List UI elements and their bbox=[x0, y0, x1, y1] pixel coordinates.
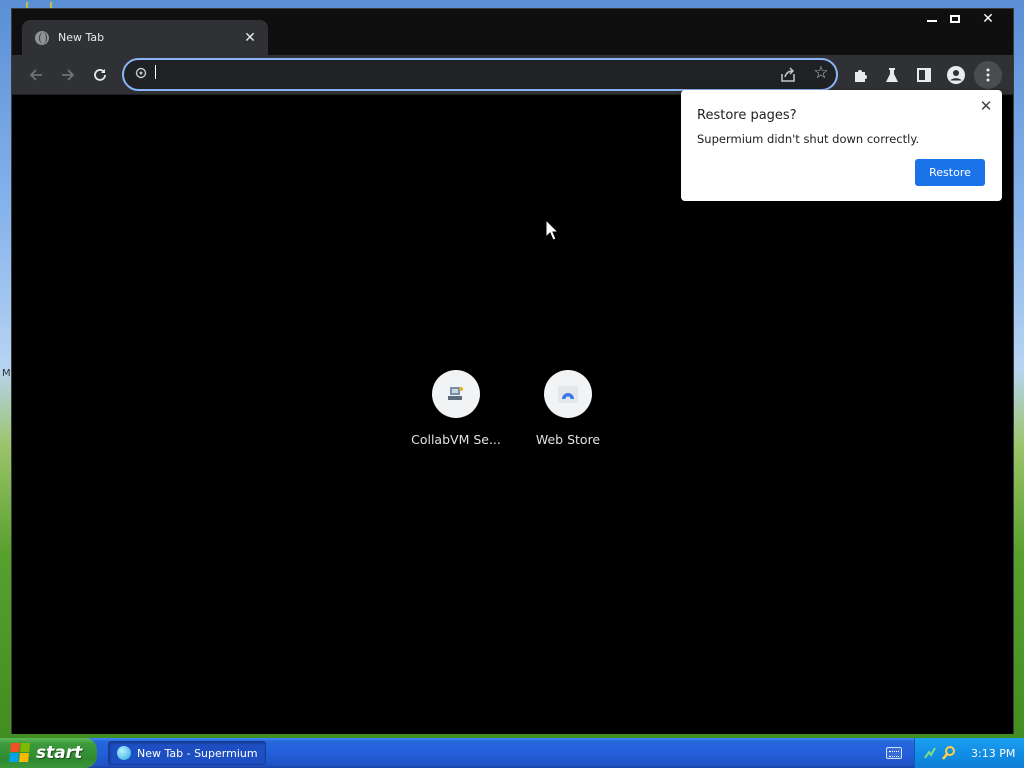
web-store-icon bbox=[544, 370, 592, 418]
browser-window: New Tab ✕ ✕ ☆ CollabVM Se... Web Store R… bbox=[11, 8, 1014, 734]
taskbar-item-label: New Tab - Supermium bbox=[137, 746, 258, 760]
maximize-button[interactable] bbox=[940, 9, 970, 29]
shortcut-label: Web Store bbox=[535, 432, 601, 447]
system-tray: 3:13 PM bbox=[914, 738, 1024, 768]
tab-title: New Tab bbox=[58, 31, 105, 44]
dialog-title: Restore pages? bbox=[697, 108, 797, 123]
search-icon[interactable] bbox=[941, 745, 957, 761]
globe-icon bbox=[35, 30, 49, 45]
toolbar: ☆ bbox=[12, 55, 1013, 95]
forward-button[interactable] bbox=[54, 61, 82, 89]
reload-button[interactable] bbox=[86, 61, 114, 89]
browser-icon bbox=[117, 746, 131, 760]
close-window-button[interactable]: ✕ bbox=[971, 9, 1005, 29]
profile-button[interactable] bbox=[942, 61, 970, 89]
taskbar: start New Tab - Supermium 3:13 PM bbox=[0, 738, 1024, 768]
avatar-icon bbox=[947, 66, 965, 84]
menu-button[interactable] bbox=[974, 61, 1002, 89]
shortcut-label: CollabVM Se... bbox=[411, 432, 501, 447]
kebab-menu-icon bbox=[986, 68, 990, 82]
bookmark-star-icon[interactable]: ☆ bbox=[810, 62, 832, 84]
taskbar-item-browser[interactable]: New Tab - Supermium bbox=[108, 741, 266, 765]
flask-icon bbox=[886, 68, 898, 82]
start-label: start bbox=[36, 743, 83, 763]
back-button[interactable] bbox=[22, 61, 50, 89]
restore-pages-dialog: Restore pages? Supermium didn't shut dow… bbox=[681, 90, 1002, 201]
back-arrow-icon bbox=[29, 69, 42, 81]
tab-close-icon[interactable]: ✕ bbox=[242, 30, 258, 46]
shortcut-collabvm[interactable]: CollabVM Se... bbox=[400, 370, 512, 447]
dialog-close-icon[interactable]: ✕ bbox=[977, 97, 995, 115]
restore-button[interactable]: Restore bbox=[915, 159, 985, 186]
side-panel-button[interactable] bbox=[910, 61, 938, 89]
network-icon[interactable] bbox=[922, 745, 938, 761]
address-input[interactable] bbox=[154, 64, 764, 85]
extensions-button[interactable] bbox=[846, 61, 874, 89]
desktop-edge-glyph: M bbox=[2, 368, 11, 379]
address-bar[interactable]: ☆ bbox=[122, 58, 838, 91]
side-panel-icon bbox=[917, 68, 931, 82]
clock: 3:13 PM bbox=[971, 746, 1016, 760]
page-info-icon[interactable] bbox=[134, 67, 148, 81]
start-button[interactable]: start bbox=[0, 738, 97, 768]
collabvm-icon bbox=[432, 370, 480, 418]
puzzle-icon bbox=[855, 70, 867, 82]
title-bar: New Tab ✕ ✕ bbox=[12, 9, 1013, 55]
labs-button[interactable] bbox=[878, 61, 906, 89]
reload-icon bbox=[94, 69, 106, 81]
forward-arrow-icon bbox=[62, 69, 75, 81]
mouse-cursor-icon bbox=[545, 219, 559, 241]
tab-new-tab[interactable]: New Tab ✕ bbox=[22, 20, 268, 55]
keyboard-icon[interactable] bbox=[886, 747, 902, 759]
share-icon[interactable] bbox=[777, 64, 799, 86]
dialog-message: Supermium didn't shut down correctly. bbox=[697, 132, 920, 146]
text-caret bbox=[155, 65, 156, 79]
shortcut-web-store[interactable]: Web Store bbox=[512, 370, 624, 447]
windows-logo-icon bbox=[9, 743, 31, 763]
